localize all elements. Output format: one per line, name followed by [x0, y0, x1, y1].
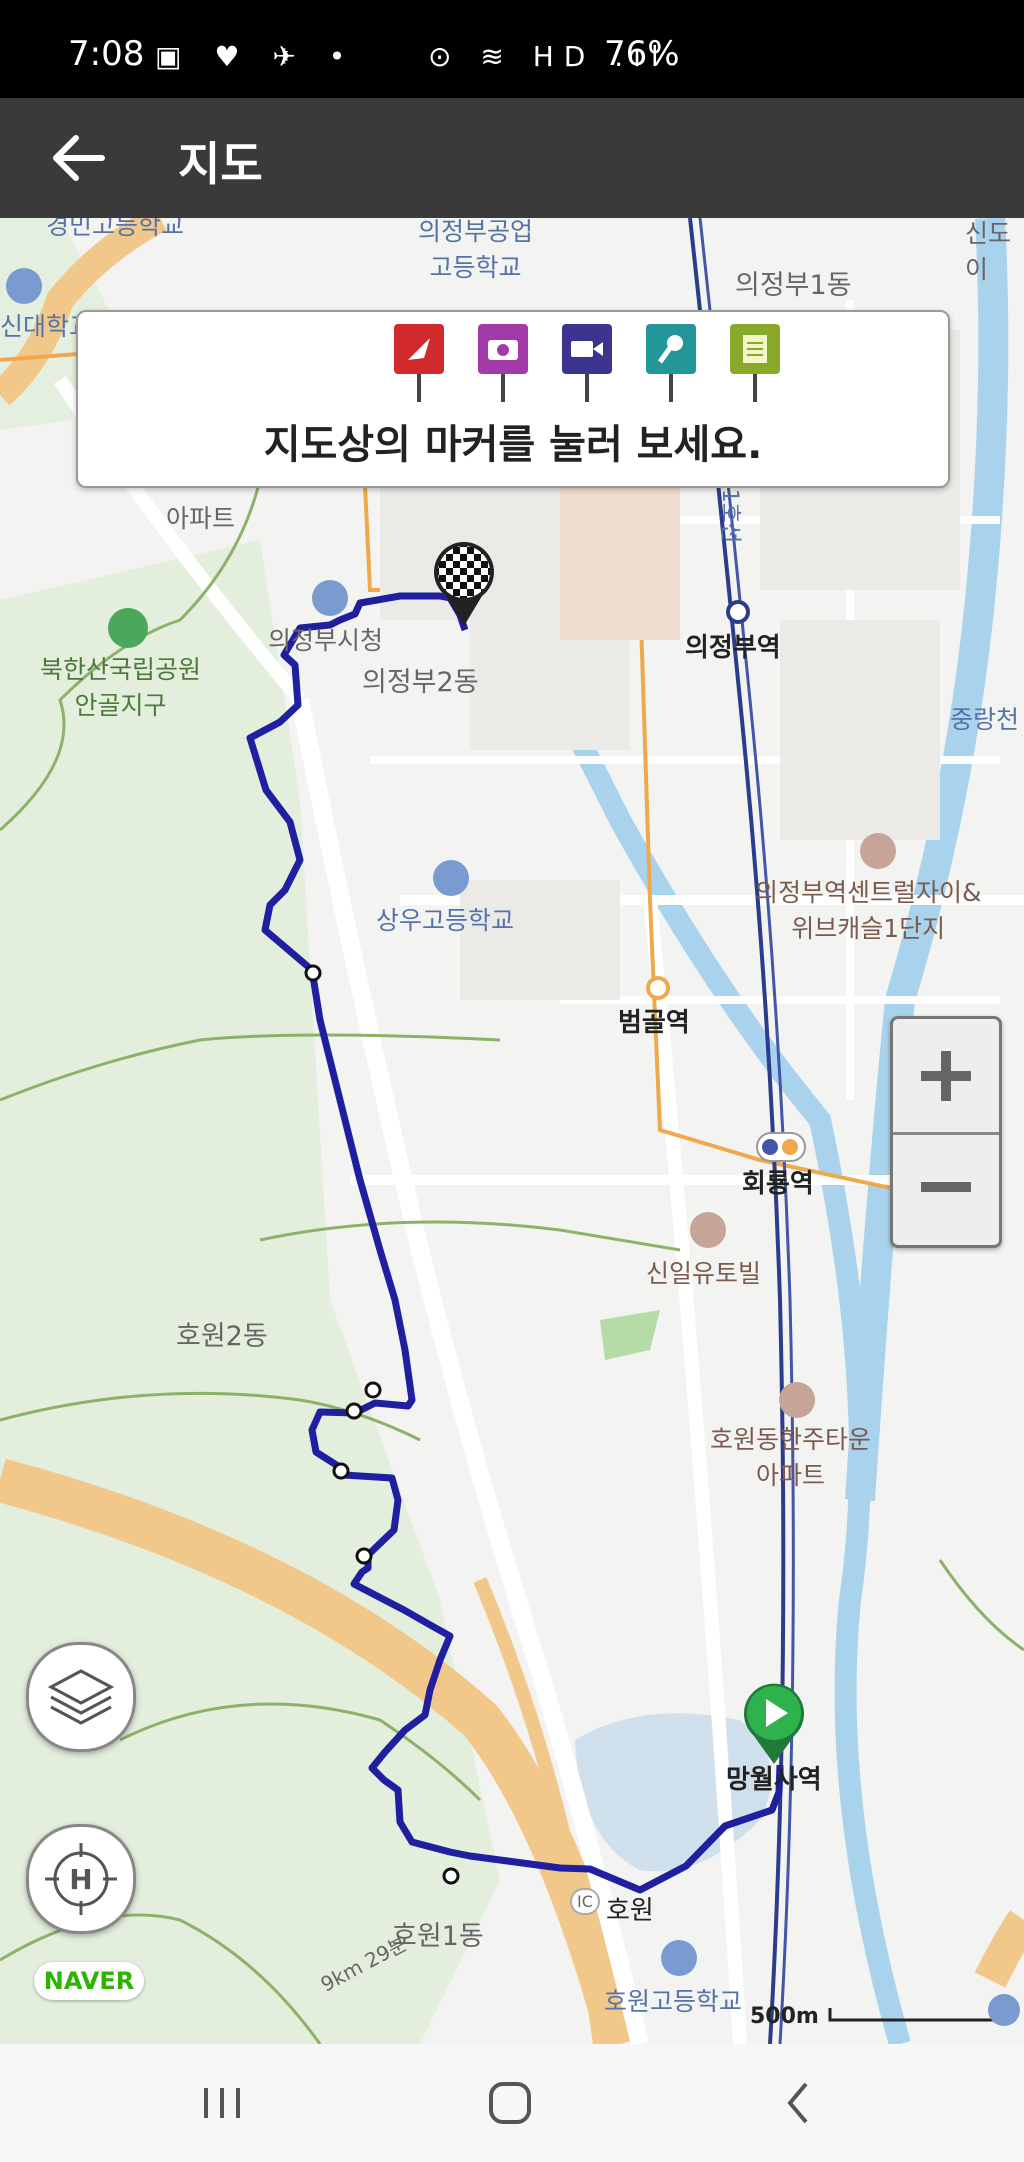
- camera-icon: [478, 324, 528, 402]
- marker-hint-text: 지도상의 마커를 눌러 보세요.: [263, 422, 763, 468]
- label-sinil: 신일유토빌: [646, 1259, 762, 1288]
- photo-marker[interactable]: [478, 324, 528, 404]
- label-cutoff-right: 신도 이: [965, 219, 1012, 284]
- back-nav-button[interactable]: [738, 2060, 858, 2146]
- back-button[interactable]: [40, 118, 120, 198]
- plus-icon: [921, 1051, 971, 1101]
- label-dong1: 의정부1동: [735, 270, 852, 301]
- home-icon: [489, 2082, 531, 2124]
- label-central-xi: 의정부역센트럴자이& 위브캐슬1단지: [755, 878, 982, 943]
- label-hoeryong: 회룡역: [742, 1169, 814, 1199]
- home-letter: H: [69, 1863, 92, 1896]
- flag-icon: [394, 324, 444, 402]
- page-title: 지도: [178, 137, 263, 191]
- zoom-out-button[interactable]: [893, 1132, 999, 1245]
- status-bar: 7:08 ▣ ♥ ✈ • ⊙ ≋ HD .ıl 76%: [0, 0, 1024, 98]
- home-location-button[interactable]: H: [26, 1824, 136, 1934]
- zoom-in-button[interactable]: [893, 1019, 999, 1135]
- map-view[interactable]: 의정부공업 고등학교 의정부1동 경민고등학교 신대학교 신도 이 아파트 의정…: [0, 218, 1024, 2044]
- label-dong2: 의정부2동: [362, 667, 479, 698]
- video-icon: [562, 324, 612, 402]
- label-beomgol: 범골역: [618, 1008, 690, 1038]
- label-howon-ic: 호원: [606, 1896, 654, 1926]
- crosshair-home-icon: H: [45, 1843, 117, 1915]
- arrow-left-icon: [53, 135, 105, 181]
- status-time: 7:08: [68, 34, 145, 74]
- label-cutoff-left2: 경민고등학교: [46, 218, 185, 240]
- minus-icon: [921, 1182, 971, 1192]
- play-icon: [744, 1683, 804, 1764]
- map-base: [0, 218, 1024, 2044]
- label-apt-left: 아파트: [166, 504, 236, 533]
- checkered-flag-icon: [434, 542, 494, 626]
- recents-icon: [204, 2088, 240, 2118]
- note-icon: [730, 324, 780, 402]
- finish-marker[interactable]: [432, 540, 496, 628]
- label-park: 북한산국립공원 안골지구: [40, 655, 202, 720]
- flag-marker[interactable]: [394, 324, 444, 404]
- back-icon: [787, 2082, 808, 2124]
- marker-info-card: 지도상의 마커를 눌러 보세요.: [76, 310, 950, 488]
- layers-icon: [47, 1669, 115, 1725]
- label-howon2: 호원2동: [176, 1321, 268, 1352]
- label-howon-school: 호원고등학교: [604, 1987, 743, 2016]
- video-marker[interactable]: [562, 324, 612, 404]
- app-bar: 지도: [0, 98, 1024, 218]
- label-howon-apt: 호원동한주타운 아파트: [710, 1425, 872, 1490]
- label-sangwoo-school: 상우고등학교: [376, 906, 515, 935]
- navigation-bar: [0, 2044, 1024, 2162]
- label-city-hall: 의정부시청: [268, 626, 384, 655]
- label-ic-badge: IC: [570, 1888, 600, 1915]
- layers-button[interactable]: [26, 1642, 136, 1752]
- marker-legend: [316, 324, 780, 404]
- label-station-uijeongbu: 의정부역: [685, 633, 781, 663]
- notification-icons: ▣ ♥ ✈ •: [155, 40, 358, 73]
- label-jungnang: 중랑천: [950, 705, 1020, 734]
- memo-marker[interactable]: [730, 324, 780, 404]
- naver-logo: NAVER: [34, 1962, 144, 2000]
- zoom-controls: [890, 1016, 1002, 1248]
- label-school-top: 의정부공업 고등학교: [418, 218, 534, 282]
- battery-percent: 76%: [604, 34, 680, 74]
- recents-button[interactable]: [162, 2060, 282, 2146]
- voice-marker[interactable]: [646, 324, 696, 404]
- home-button[interactable]: [450, 2060, 570, 2146]
- label-line-name: 1호선: [717, 488, 743, 544]
- start-marker[interactable]: [742, 1682, 806, 1766]
- microphone-icon: [646, 324, 696, 402]
- scale-label: 500m: [750, 2004, 819, 2029]
